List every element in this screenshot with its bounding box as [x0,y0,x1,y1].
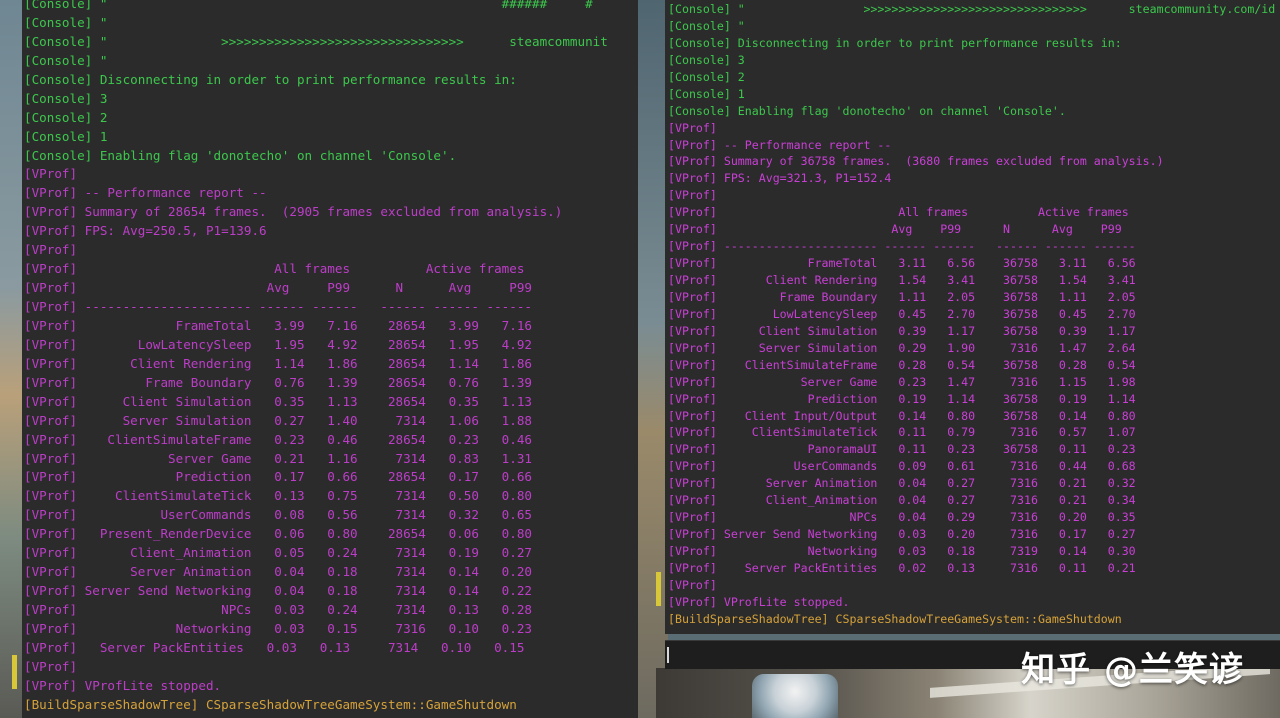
console-line: [VProf] Server Send Networking 0.03 0.20… [668,527,1136,542]
console-line: [VProf] Server Simulation 0.29 1.90 7316… [668,340,1136,355]
console-line: [VProf] -- Performance report -- [24,185,267,201]
console-line: [VProf] Server Animation 0.04 0.18 7314 … [24,564,532,580]
game-background-left [0,0,22,718]
console-line: [VProf] Prediction 0.17 0.66 28654 0.17 … [24,469,532,485]
console-line: [VProf] Server PackEntities 0.03 0.13 73… [24,639,525,655]
console-line: [VProf] FPS: Avg=321.3, P1=152.4 [668,171,892,186]
console-line: [VProf] Summary of 36758 frames. (3680 f… [668,154,1164,169]
console-line: [VProf] ---------------------- ------ --… [668,239,1136,254]
console-line: [VProf] All frames Active frames [24,261,525,277]
console-line: [VProf] Client Simulation 0.39 1.17 3675… [668,323,1136,338]
game-background-middle [638,0,668,718]
console-line: [VProf] Networking 0.03 0.18 7319 0.14 0… [668,544,1136,558]
console-line: [Console] " >>>>>>>>>>>>>>>>>>>>>>>>>>>>… [668,2,1276,16]
console-lines: [Console] " >>>>>>>>>>>>>>>>>>>>>>>>>>>>… [668,1,1280,628]
console-line: [VProf] ClientSimulateFrame 0.28 0.54 36… [668,357,1136,372]
console-line: [Console] " [24,52,108,68]
console-line: [VProf] FrameTotal 3.11 6.56 36758 3.11 … [668,256,1136,271]
console-line: [VProf] Client Simulation 0.35 1.13 2865… [24,393,532,409]
console-output-right[interactable]: [Console] " >>>>>>>>>>>>>>>>>>>>>>>>>>>>… [665,0,1280,634]
console-line: [Console] " [668,18,745,33]
console-line: [Console] " [24,14,108,30]
console-line: [VProf] Client_Animation 0.04 0.27 7316 … [668,493,1136,508]
console-line: [VProf] Avg P99 N Avg P99 [668,222,1122,237]
console-line: [VProf] All frames Active frames [668,205,1129,220]
console-line: [VProf] NPCs 0.03 0.24 7314 0.13 0.28 [24,602,532,617]
console-line: [VProf] Server Animation 0.04 0.27 7316 … [668,476,1136,491]
console-line: [VProf] [24,242,78,258]
console-line: [VProf] Client_Animation 0.05 0.24 7314 … [24,545,532,561]
console-line: [VProf] Frame Boundary 0.76 1.39 28654 0… [24,374,532,390]
console-line: [Console] 1 [668,86,745,101]
console-line: [VProf] Server Game 0.21 1.16 7314 0.83 … [24,450,532,466]
console-line: [VProf] ClientSimulateTick 0.13 0.75 731… [24,488,532,504]
console-line: [VProf] [668,120,717,135]
console-line: [Console] " ###### # [24,0,593,11]
watermark: 知乎 @兰笑谚 [1021,650,1244,690]
console-line: [VProf] UserCommands 0.09 0.61 7316 0.44… [668,459,1136,474]
console-line: [VProf] Client Input/Output 0.14 0.80 36… [668,408,1136,423]
console-line: [VProf] ClientSimulateTick 0.11 0.79 731… [668,425,1136,440]
console-line: [VProf] Frame Boundary 1.11 2.05 36758 1… [668,289,1136,304]
console-scroll-marker [12,655,17,689]
console-lines: [Console] " ###### # [Console] " [Console]… [24,0,638,715]
console-line: [Console] 1 [24,128,108,144]
console-line: [VProf] Server Game 0.23 1.47 7316 1.15 … [668,374,1136,389]
console-line: [VProf] Client Rendering 1.14 1.86 28654… [24,355,532,371]
console-line: [VProf] Server PackEntities 0.02 0.13 73… [668,560,1136,575]
console-line: [VProf] Summary of 28654 frames. (2905 f… [24,204,563,220]
console-line: [VProf] [24,166,78,182]
console-line: [Console] Enabling flag 'donotecho' on c… [24,147,457,163]
text-caret [667,647,669,663]
console-line: [VProf] ClientSimulateFrame 0.23 0.46 28… [24,431,532,447]
console-line: [BuildSparseShadowTree] CSparseShadowTre… [668,611,1122,626]
console-line: [VProf] PanoramaUI 0.11 0.23 36758 0.11 … [668,442,1136,457]
console-line: [VProf] UserCommands 0.08 0.56 7314 0.32… [24,507,532,523]
console-line: [VProf] Server Send Networking 0.04 0.18… [24,583,532,599]
console-line: [Console] 3 [668,52,745,67]
console-line: [BuildSparseShadowTree] CSparseShadowTre… [24,696,517,712]
console-line: [VProf] FPS: Avg=250.5, P1=139.6 [24,223,267,239]
console-line: [VProf] LowLatencySleep 1.95 4.92 28654 … [24,336,532,352]
console-line: [VProf] FrameTotal 3.99 7.16 28654 3.99 … [24,317,532,333]
console-line: [VProf] [668,577,717,592]
console-line: [VProf] Server Simulation 0.27 1.40 7314… [24,412,532,428]
console-line: [Console] 2 [24,109,108,125]
console-line: [VProf] -- Performance report -- [668,137,892,152]
console-line: [VProf] LowLatencySleep 0.45 2.70 36758 … [668,306,1136,321]
console-line: [VProf] NPCs 0.04 0.29 7316 0.20 0.35 [668,510,1136,525]
console-line: [VProf] Present_RenderDevice 0.06 0.80 2… [24,526,532,542]
console-line: [Console] 2 [668,69,745,84]
console-line: [VProf] [668,188,717,203]
console-line: [VProf] Client Rendering 1.54 3.41 36758… [668,273,1136,287]
console-output-left[interactable]: [Console] " ###### # [Console] " [Console]… [22,0,638,718]
console-line: [VProf] Avg P99 N Avg P99 [24,280,532,296]
console-line: [VProf] VProfLite stopped. [24,677,222,693]
game-object-thumbnail [752,674,838,718]
console-line: [Console] Enabling flag 'donotecho' on c… [668,103,1066,118]
console-line: [Console] Disconnecting in order to prin… [24,71,517,87]
console-line: [VProf] ---------------------- ------ --… [24,299,532,314]
console-scroll-marker-right [656,572,661,606]
console-line: [Console] 3 [24,90,108,106]
console-line: [Console] Disconnecting in order to prin… [668,35,1122,50]
console-line: [Console] " >>>>>>>>>>>>>>>>>>>>>>>>>>>>… [24,33,608,49]
console-line: [VProf] [24,658,78,674]
console-line: [VProf] VProfLite stopped. [668,594,850,609]
console-line: [VProf] Prediction 0.19 1.14 36758 0.19 … [668,391,1136,406]
console-line: [VProf] Networking 0.03 0.15 7316 0.10 0… [24,620,532,636]
